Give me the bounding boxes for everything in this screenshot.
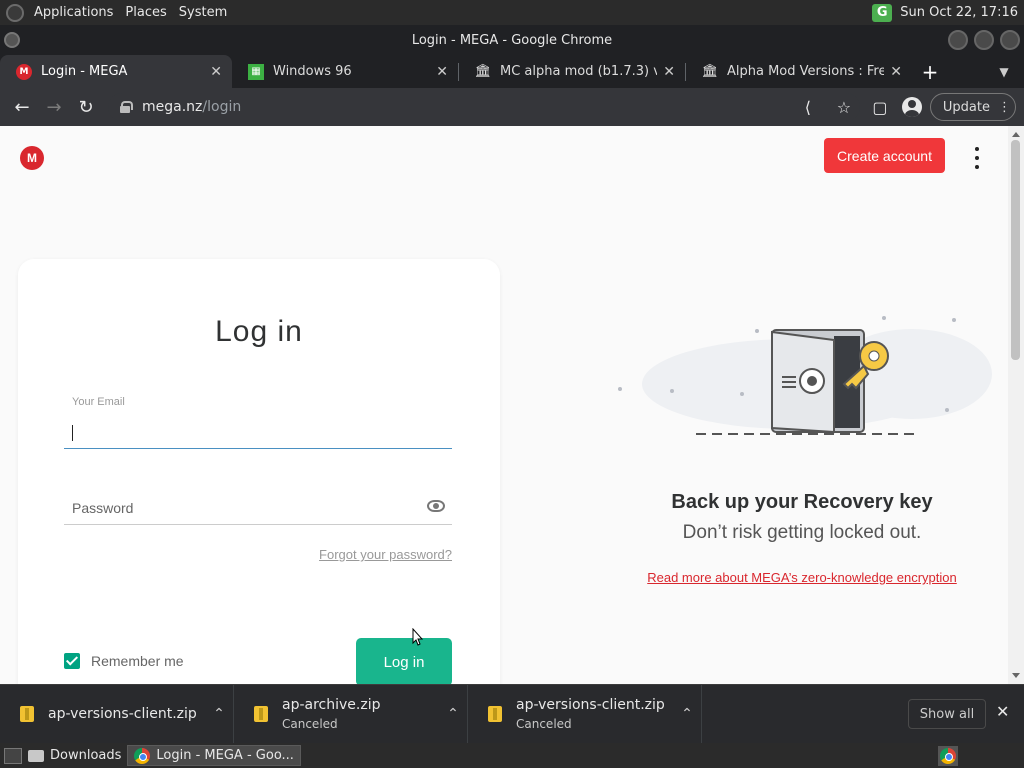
download-status: Canceled <box>282 717 338 731</box>
login-title: Log in <box>215 315 303 348</box>
profile-avatar-icon[interactable] <box>901 97 922 117</box>
tab-windows-96[interactable]: ▦ Windows 96 ✕ <box>232 55 458 88</box>
chrome-icon <box>134 747 151 764</box>
page-scrollbar[interactable] <box>1008 126 1024 684</box>
menu-places[interactable]: Places <box>119 5 172 20</box>
email-field[interactable] <box>64 417 452 449</box>
bookmark-star-icon[interactable]: ☆ <box>830 91 858 123</box>
maximize-button[interactable] <box>974 30 994 50</box>
page-content: M Create account Log in Your Email Forgo… <box>0 126 1024 684</box>
lock-icon[interactable] <box>120 101 133 113</box>
scroll-up-arrow-icon[interactable] <box>1012 132 1020 137</box>
tab-label: MC alpha mod (b1.7.3) versi <box>500 64 658 79</box>
url-host: mega.nz <box>142 99 203 115</box>
mega-logo[interactable]: M <box>20 146 44 170</box>
share-icon[interactable]: ⟨ <box>794 91 822 123</box>
email-label: Your Email <box>72 396 125 408</box>
archive-icon: 🏛 <box>474 64 492 79</box>
bottom-taskbar: Downloads Login - MEGA - Goo... <box>0 743 1024 768</box>
recovery-title: Back up your Recovery key <box>671 491 933 513</box>
show-password-eye-icon[interactable] <box>427 500 445 512</box>
close-window-button[interactable] <box>1000 30 1020 50</box>
zip-file-icon <box>488 706 502 722</box>
password-field[interactable] <box>64 491 452 525</box>
text-caret <box>72 425 73 441</box>
chevron-up-icon[interactable]: ⌃ <box>205 706 233 722</box>
url-path: /login <box>202 99 242 115</box>
menu-applications[interactable]: Applications <box>28 5 119 20</box>
back-arrow-icon[interactable]: ← <box>6 91 38 123</box>
remember-me-label: Remember me <box>91 653 184 669</box>
update-label: Update <box>942 99 990 115</box>
download-name: ap-archive.zip <box>282 697 381 713</box>
tray-g-icon[interactable]: G <box>872 3 893 22</box>
taskbar-label: Login - MEGA - Goo... <box>156 748 294 763</box>
close-tab-icon[interactable]: ✕ <box>890 64 902 80</box>
chevron-up-icon[interactable]: ⌃ <box>439 706 467 722</box>
chevron-up-icon[interactable]: ⌃ <box>673 706 701 722</box>
tab-label: Login - MEGA <box>41 64 128 79</box>
close-tab-icon[interactable]: ✕ <box>663 64 675 80</box>
more-vert-icon: ⋮ <box>998 99 1011 115</box>
tab-label: Windows 96 <box>273 64 352 79</box>
tab-label: Alpha Mod Versions : Free D <box>727 64 885 79</box>
new-tab-button[interactable]: + <box>912 55 948 88</box>
taskbar-item-chrome[interactable]: Login - MEGA - Goo... <box>127 745 301 766</box>
zip-file-icon <box>20 706 34 722</box>
archive-icon: 🏛 <box>701 64 719 79</box>
window-menu-icon[interactable] <box>4 32 20 48</box>
tab-login-mega[interactable]: M Login - MEGA ✕ <box>0 55 232 88</box>
top-panel: Applications Places System G Sun Oct 22,… <box>0 0 1024 25</box>
encryption-info-link[interactable]: Read more about MEGA’s zero-knowledge en… <box>602 570 1002 585</box>
tab-alpha-mod-versions[interactable]: 🏛 Alpha Mod Versions : Free D ✕ <box>686 55 912 88</box>
login-card: Log in Your Email Forgot your password? … <box>18 259 500 684</box>
windows96-icon: ▦ <box>248 63 264 80</box>
download-shelf: ap-versions-client.zip ⌃ ap-archive.zip … <box>0 684 1024 744</box>
show-all-button[interactable]: Show all <box>908 699 986 729</box>
forgot-password-link[interactable]: Forgot your password? <box>258 547 452 562</box>
mouse-cursor-icon <box>412 628 424 646</box>
more-options-icon[interactable] <box>968 147 986 169</box>
window-title-bar: Login - MEGA - Google Chrome <box>0 25 1024 55</box>
safe-with-key-illustration <box>618 316 992 435</box>
close-shelf-icon[interactable]: ✕ <box>996 702 1009 721</box>
window-title: Login - MEGA - Google Chrome <box>411 32 613 48</box>
zip-file-icon <box>254 706 268 722</box>
mega-icon: M <box>16 63 32 80</box>
scroll-down-arrow-icon[interactable] <box>1012 673 1020 678</box>
workspace-switcher-icon[interactable] <box>938 746 958 766</box>
remember-me-checkbox[interactable] <box>64 653 80 669</box>
recovery-subtitle: Don’t risk getting locked out. <box>682 522 922 543</box>
taskbar-item-downloads[interactable]: Downloads <box>22 745 127 766</box>
taskbar-label: Downloads <box>50 748 122 763</box>
download-item[interactable]: ap-versions-client.zip ⌃ <box>0 684 234 744</box>
tab-strip: M Login - MEGA ✕ ▦ Windows 96 ✕ 🏛 MC alp… <box>0 55 1024 88</box>
forward-arrow-icon[interactable]: → <box>38 91 70 123</box>
download-name: ap-versions-client.zip <box>516 697 665 713</box>
download-item[interactable]: ap-versions-client.zip Canceled ⌃ <box>468 684 702 744</box>
scroll-thumb[interactable] <box>1011 140 1020 360</box>
folder-icon <box>28 749 44 762</box>
show-desktop-icon[interactable] <box>4 747 22 764</box>
download-status: Canceled <box>516 717 572 731</box>
menu-system[interactable]: System <box>173 5 233 20</box>
reload-icon[interactable]: ↻ <box>70 91 102 123</box>
create-account-button[interactable]: Create account <box>824 138 945 173</box>
close-tab-icon[interactable]: ✕ <box>210 64 222 80</box>
browser-toolbar: ← → ↻ mega.nz/login ⟨ ☆ ▢ Update ⋮ <box>0 88 1024 126</box>
download-item[interactable]: ap-archive.zip Canceled ⌃ <box>234 684 468 744</box>
update-button[interactable]: Update ⋮ <box>929 93 1016 121</box>
close-tab-icon[interactable]: ✕ <box>436 64 448 80</box>
download-name: ap-versions-client.zip <box>48 706 197 722</box>
gnome-foot-icon[interactable] <box>6 3 24 22</box>
address-bar[interactable]: mega.nz/login <box>108 93 860 121</box>
side-panel-icon[interactable]: ▢ <box>866 91 894 123</box>
minimize-button[interactable] <box>948 30 968 50</box>
tab-search-chevron-icon[interactable]: ▼ <box>984 55 1024 88</box>
remember-me[interactable]: Remember me <box>64 653 184 669</box>
login-button[interactable]: Log in <box>356 638 452 684</box>
tab-mc-alpha-mod[interactable]: 🏛 MC alpha mod (b1.7.3) versi ✕ <box>459 55 685 88</box>
chrome-icon <box>940 748 956 764</box>
clock[interactable]: Sun Oct 22, 17:16 <box>900 5 1018 20</box>
